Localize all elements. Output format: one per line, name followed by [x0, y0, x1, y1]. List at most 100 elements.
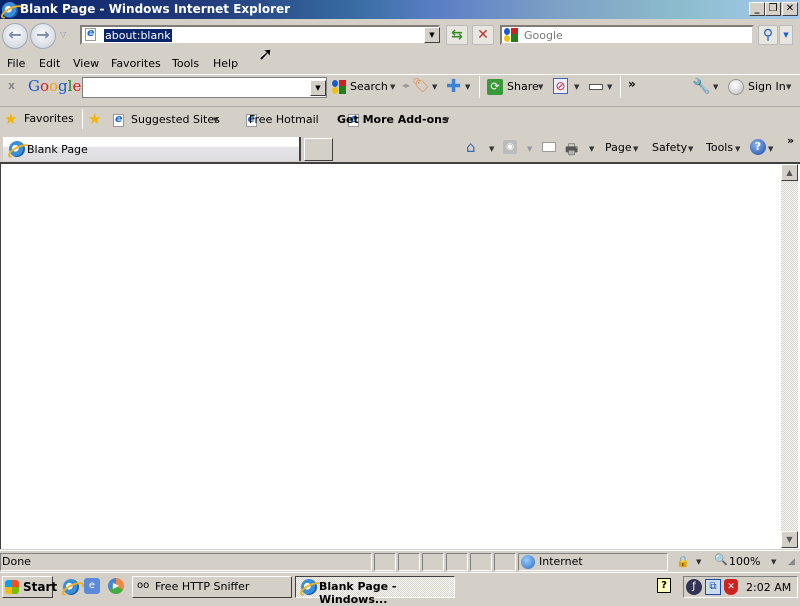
sign-in-button[interactable]: Sign In	[748, 80, 786, 93]
menu-view[interactable]: View	[73, 57, 99, 70]
page-icon	[85, 26, 96, 41]
stop-button[interactable]: ✕	[472, 25, 494, 45]
menu-bar: File Edit View Favorites Tools Help	[0, 55, 800, 73]
add-to-favorites-icon[interactable]: ★	[88, 110, 101, 128]
address-dropdown-button[interactable]: ▼	[424, 27, 440, 43]
taskbar-button-blank-page[interactable]: Blank Page - Windows...	[295, 576, 455, 606]
status-panel	[422, 553, 444, 571]
search-button[interactable]: ⚲	[758, 25, 778, 45]
search-box[interactable]: Google	[500, 25, 754, 45]
bookmarks-dropdown[interactable]: ▼	[432, 83, 437, 91]
safety-menu-dropdown[interactable]: ▼	[688, 145, 693, 153]
menu-help[interactable]: Help	[213, 57, 238, 70]
add-button-icon[interactable]: ✚	[446, 76, 461, 97]
print-dropdown[interactable]: ▼	[589, 145, 594, 153]
address-input[interactable]: about:blank	[104, 29, 172, 42]
autofill-dropdown[interactable]: ▼	[607, 83, 612, 91]
suggested-sites-link[interactable]: Suggested Sites	[131, 113, 220, 126]
title-bar[interactable]: Blank Page - Windows Internet Explorer _…	[0, 0, 800, 19]
tray-security-shield-icon[interactable]: ✕	[724, 579, 738, 595]
suggested-sites-dropdown[interactable]: ▼	[213, 116, 218, 124]
sniffer-glasses-icon: oo	[137, 580, 150, 591]
windows-logo-icon	[5, 580, 19, 594]
settings-dropdown[interactable]: ▼	[713, 83, 718, 91]
security-zone-panel[interactable]: Internet	[518, 553, 668, 571]
menu-file[interactable]: File	[7, 57, 25, 70]
home-icon[interactable]: ⌂	[466, 138, 476, 156]
toolbar-grip-icon[interactable]: ◂▸	[402, 81, 410, 90]
google-toolbar-search-input[interactable]: ▼	[82, 77, 327, 98]
quicklaunch-media-player-icon[interactable]: ▶	[108, 578, 124, 594]
taskbar-button-free-http-sniffer[interactable]: oo Free HTTP Sniffer	[132, 576, 292, 598]
tools-menu-button[interactable]: Tools	[706, 141, 733, 154]
google-search-button[interactable]: Search	[350, 80, 388, 93]
refresh-button[interactable]: ⇆	[446, 25, 468, 45]
back-button[interactable]: ←	[2, 23, 28, 49]
read-mail-icon[interactable]	[542, 142, 556, 152]
page-menu-dropdown[interactable]: ▼	[633, 145, 638, 153]
tray-network-icon[interactable]: ⧉	[705, 579, 721, 595]
scroll-up-button[interactable]: ▲	[781, 164, 798, 181]
vertical-scrollbar[interactable]: ▲ ▼	[781, 164, 798, 548]
feeds-dropdown[interactable]: ▼	[527, 145, 532, 153]
share-button[interactable]: Share	[507, 80, 539, 93]
help-dropdown[interactable]: ▼	[768, 145, 773, 153]
protected-mode-dropdown[interactable]: ▼	[696, 558, 701, 566]
protected-mode-icon[interactable]: 🔒	[676, 555, 690, 568]
help-balloon-icon[interactable]: ?	[657, 578, 671, 593]
ie-tab-icon	[9, 141, 25, 157]
recent-pages-dropdown[interactable]: ▽	[60, 30, 66, 39]
quicklaunch-desktop-icon[interactable]: e	[84, 578, 100, 594]
page-content[interactable]	[0, 162, 800, 549]
forward-button[interactable]: →	[30, 23, 56, 49]
status-panel	[374, 553, 396, 571]
search-options-dropdown[interactable]: ▼	[779, 25, 793, 45]
tray-flash-icon[interactable]: ƒ	[686, 579, 702, 595]
print-icon[interactable]: 🖶	[565, 139, 578, 163]
taskbar-button-label: Blank Page - Windows...	[319, 580, 397, 606]
popup-blocker-dropdown[interactable]: ▼	[574, 83, 579, 91]
command-bar-more-button[interactable]: »	[787, 134, 794, 147]
new-tab-button[interactable]	[304, 138, 333, 161]
tools-menu-dropdown[interactable]: ▼	[735, 145, 740, 153]
wrench-icon[interactable]: 🔧	[692, 77, 711, 95]
get-more-addons-link[interactable]: Get More Add-ons	[337, 113, 449, 126]
close-button[interactable]: ✕	[782, 2, 798, 16]
menu-tools[interactable]: Tools	[172, 57, 199, 70]
minimize-button[interactable]: _	[749, 2, 765, 16]
google-toolbar-search-dropdown[interactable]: ▼	[310, 80, 326, 96]
favorites-button[interactable]: Favorites	[24, 112, 74, 125]
status-panel	[470, 553, 492, 571]
bookmarks-icon[interactable]: 🏷	[412, 78, 430, 94]
zoom-level[interactable]: 100%	[729, 555, 760, 568]
free-hotmail-link[interactable]: Free Hotmail	[249, 113, 319, 126]
menu-edit[interactable]: Edit	[39, 57, 60, 70]
resize-grip-icon[interactable]: ◢	[788, 557, 795, 567]
sign-in-dropdown[interactable]: ▼	[786, 83, 791, 91]
zoom-dropdown[interactable]: ▼	[771, 558, 776, 566]
start-button[interactable]: Start	[2, 576, 57, 598]
home-dropdown[interactable]: ▼	[489, 145, 494, 153]
share-dropdown[interactable]: ▼	[538, 83, 543, 91]
autofill-icon[interactable]	[589, 84, 603, 90]
restore-button[interactable]: ❐	[765, 2, 781, 16]
popup-blocker-icon[interactable]: ⊘	[553, 78, 568, 94]
safety-menu-button[interactable]: Safety	[652, 141, 687, 154]
page-menu-button[interactable]: Page	[605, 141, 632, 154]
add-dropdown[interactable]: ▼	[465, 83, 470, 91]
menu-favorites[interactable]: Favorites	[111, 57, 161, 70]
search-input[interactable]: Google	[524, 29, 563, 42]
google-toolbar: x Google ▼ Search ▼ ◂▸ 🏷 ▼ ✚ ▼ ⟳ Share ▼…	[0, 74, 800, 100]
tab-blank-page[interactable]: Blank Page	[3, 137, 301, 161]
feeds-icon[interactable]: ◉	[503, 140, 517, 154]
google-search-dropdown[interactable]: ▼	[390, 83, 395, 91]
get-more-addons-dropdown[interactable]: ▼	[444, 116, 449, 124]
help-icon[interactable]: ?	[750, 139, 766, 155]
address-bar[interactable]: about:blank ▼	[80, 25, 440, 45]
clock[interactable]: 2:02 AM	[746, 581, 791, 594]
quicklaunch-ie-icon[interactable]	[63, 579, 79, 595]
google-toolbar-close-button[interactable]: x	[8, 79, 15, 92]
toolbar-more-button[interactable]: »	[628, 77, 636, 91]
google-search-icon	[332, 80, 346, 94]
scroll-down-button[interactable]: ▼	[781, 531, 798, 548]
